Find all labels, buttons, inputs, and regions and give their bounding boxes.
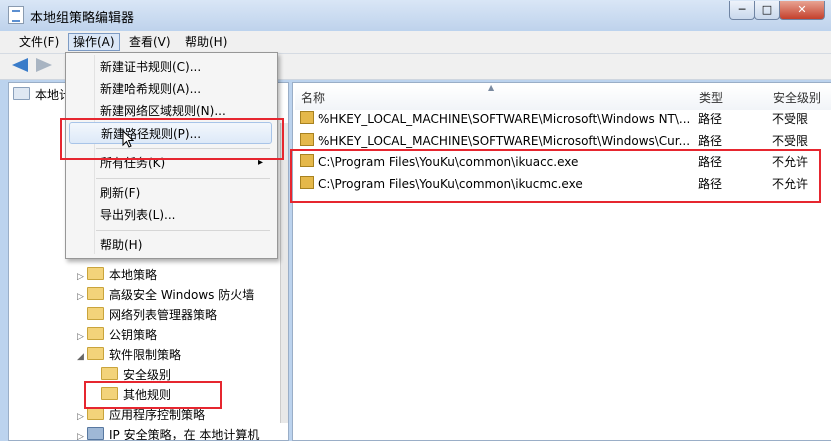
folder-icon <box>101 367 118 380</box>
tree-item-label: 本地策略 <box>109 268 158 282</box>
menu-item-new-hash-rule[interactable]: 新建哈希规则(A)... <box>69 78 272 100</box>
menu-item-new-certificate-rule[interactable]: 新建证书规则(C)... <box>69 56 272 78</box>
network-icon <box>87 427 104 440</box>
expand-icon[interactable]: ▷ <box>77 407 87 427</box>
row-level: 不受限 <box>772 112 809 126</box>
tree-scrollbar[interactable] <box>280 123 288 423</box>
maximize-button[interactable]: □ <box>754 1 780 20</box>
highlight-box-youku-rows <box>290 149 821 203</box>
tree-item-label: 网络列表管理器策略 <box>109 308 218 322</box>
folder-icon <box>87 327 104 340</box>
folder-icon <box>87 267 104 280</box>
collapse-icon[interactable]: ◢ <box>77 347 87 367</box>
expand-icon[interactable]: ▷ <box>77 327 87 347</box>
column-header-level[interactable]: 安全级别 <box>767 86 831 110</box>
menu-bar: 文件(F) 操作(A) 查看(V) 帮助(H) <box>0 31 831 54</box>
computer-icon <box>13 87 30 100</box>
row-name: %HKEY_LOCAL_MACHINE\SOFTWARE\Microsoft\W… <box>318 112 691 126</box>
tree-item-label: 安全级别 <box>123 368 172 382</box>
tree-item-network-list[interactable]: 网络列表管理器策略 <box>87 305 217 325</box>
highlight-box-additional-rules <box>84 381 222 409</box>
list-pane: 名称 ▲ 类型 安全级别 %HKEY_LOCAL_MACHINE\SOFTWAR… <box>292 82 831 441</box>
policy-rule-icon <box>300 111 314 124</box>
menu-item-help[interactable]: 帮助(H) <box>69 234 272 256</box>
folder-icon <box>87 287 104 300</box>
title-bar: 本地组策略编辑器 ─ □ ✕ <box>0 0 831 30</box>
column-header-name[interactable]: 名称 <box>295 86 694 110</box>
tree-item-local-policy[interactable]: ▷ 本地策略 <box>77 265 157 285</box>
menu-file[interactable]: 文件(F) <box>15 34 63 50</box>
back-arrow-icon[interactable] <box>12 58 28 72</box>
tree-item-public-key[interactable]: ▷ 公钥策略 <box>77 325 157 345</box>
sort-arrow-icon: ▲ <box>488 83 495 92</box>
menu-separator <box>96 230 270 231</box>
column-header-label: 名称 <box>301 91 326 105</box>
close-button[interactable]: ✕ <box>779 1 825 20</box>
window-title: 本地组策略编辑器 <box>30 11 135 26</box>
column-header-label: 类型 <box>699 91 724 105</box>
tree-item-label: 软件限制策略 <box>109 348 182 362</box>
policy-app-icon <box>8 6 24 24</box>
tree-item-label: IP 安全策略，在 本地计算机 <box>109 428 260 441</box>
menu-help[interactable]: 帮助(H) <box>181 34 231 50</box>
menu-item-refresh[interactable]: 刷新(F) <box>69 182 272 204</box>
row-type: 路径 <box>698 112 723 126</box>
tree-item-software-restriction[interactable]: ◢ 软件限制策略 <box>77 345 181 365</box>
menu-item-export-list[interactable]: 导出列表(L)... <box>69 204 272 226</box>
tree-item-label: 公钥策略 <box>109 328 158 342</box>
tree-item-label: 高级安全 Windows 防火墙 <box>109 288 255 302</box>
menu-action[interactable]: 操作(A) <box>68 33 120 51</box>
expand-icon[interactable]: ▷ <box>77 287 87 307</box>
table-row[interactable]: %HKEY_LOCAL_MACHINE\SOFTWARE\Microsoft\W… <box>296 108 816 130</box>
policy-rule-icon <box>300 133 314 146</box>
tree-item-label: 应用程序控制策略 <box>109 408 206 422</box>
minimize-button[interactable]: ─ <box>729 1 755 20</box>
forward-arrow-icon[interactable] <box>36 58 52 72</box>
mouse-cursor-icon <box>122 130 134 148</box>
expand-icon[interactable]: ▷ <box>77 267 87 287</box>
menu-separator <box>96 178 270 179</box>
tree-item-firewall[interactable]: ▷ 高级安全 Windows 防火墙 <box>77 285 254 305</box>
folder-icon <box>87 307 104 320</box>
column-header-label: 安全级别 <box>773 91 822 105</box>
folder-icon <box>87 347 104 360</box>
highlight-box-new-path-rule <box>60 118 284 160</box>
column-header-type[interactable]: 类型 <box>693 86 768 110</box>
menu-view[interactable]: 查看(V) <box>125 34 175 50</box>
